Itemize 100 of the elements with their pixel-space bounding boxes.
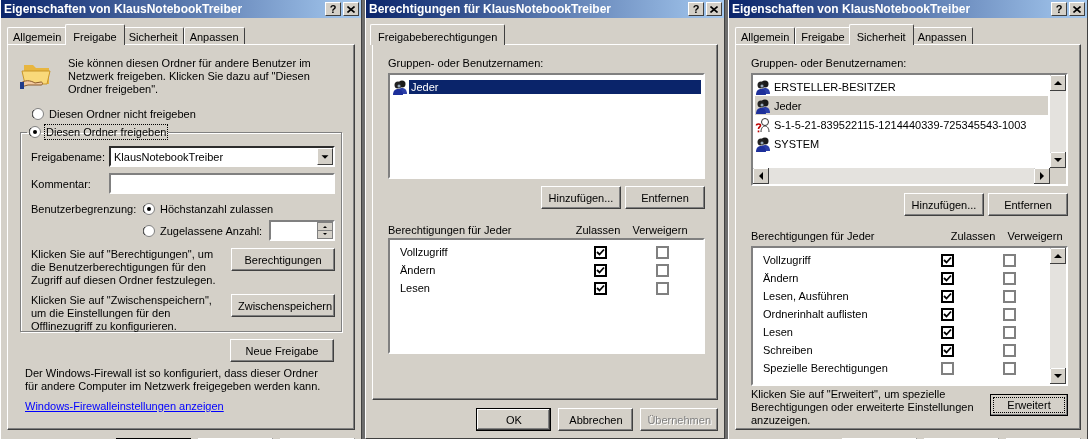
checkbox[interactable] xyxy=(940,343,954,357)
users-icon xyxy=(755,135,771,152)
checkbox[interactable] xyxy=(940,271,954,285)
scroll-arrow-icon[interactable] xyxy=(1034,168,1050,184)
users-icon xyxy=(755,78,771,95)
dialog-button[interactable]: Abbrechen xyxy=(558,408,634,431)
scrollbar[interactable] xyxy=(1050,248,1066,384)
tab[interactable]: Sicherheit xyxy=(122,27,184,44)
permission-name: Vollzugriff xyxy=(763,254,812,266)
list-item[interactable]: ERSTELLER-BESITZER xyxy=(755,77,1048,96)
scrollbar[interactable] xyxy=(1050,75,1066,168)
permission-name: Spezielle Berechtigungen xyxy=(763,362,889,374)
permissions-label: Berechtigungen für Jeder xyxy=(388,224,513,236)
window-title: Eigenschaften von KlausNotebookTreiber xyxy=(4,2,244,16)
scroll-arrow-icon[interactable] xyxy=(1050,75,1066,91)
number-field[interactable] xyxy=(269,220,335,241)
list-item[interactable]: SYSTEM xyxy=(755,134,1048,153)
users-icon xyxy=(392,78,408,95)
checkbox[interactable] xyxy=(655,263,669,277)
radio-icon[interactable] xyxy=(143,224,155,237)
radio-option[interactable]: Diesen Ordner nicht freigeben xyxy=(32,108,196,120)
tab[interactable]: Anpassen xyxy=(911,27,973,44)
tab[interactable]: Anpassen xyxy=(183,27,245,44)
close-button[interactable] xyxy=(1069,2,1085,16)
permission-name: Lesen xyxy=(763,326,794,338)
checkbox[interactable] xyxy=(1002,271,1016,285)
permission-name: Vollzugriff xyxy=(400,246,449,258)
permission-name: Ordnerinhalt auflisten xyxy=(763,308,869,320)
checkbox[interactable] xyxy=(655,245,669,259)
help-button[interactable]: ? xyxy=(688,2,704,16)
close-icon xyxy=(1073,5,1081,13)
tab[interactable]: Freigabe xyxy=(65,24,125,45)
permission-name: Ändern xyxy=(763,272,800,284)
hint-text: Klicken Sie auf "Erweitert", um spezielle Berechtigungen oder erweiterte Einstellungen anzuzeigen. xyxy=(751,388,975,427)
help-button[interactable]: ? xyxy=(1051,2,1067,16)
caching-button[interactable]: Zwischenspeichern xyxy=(231,294,335,317)
groups-label: Gruppen- oder Benutzernamen: xyxy=(388,57,545,69)
new-share-button[interactable]: Neue Freigabe xyxy=(230,339,334,362)
help-button[interactable]: ? xyxy=(325,2,341,16)
tab[interactable]: Freigabe xyxy=(795,27,851,44)
close-button[interactable] xyxy=(706,2,722,16)
advanced-button[interactable]: Erweitert xyxy=(990,394,1068,416)
checkbox[interactable] xyxy=(593,281,607,295)
checkbox[interactable] xyxy=(1002,289,1016,303)
window-title: Berechtigungen für KlausNotebookTreiber xyxy=(369,2,613,16)
spinner-icon[interactable] xyxy=(317,222,333,239)
close-button[interactable] xyxy=(343,2,359,16)
permission-name: Ändern xyxy=(400,264,437,276)
checkbox[interactable] xyxy=(593,263,607,277)
permissions-label: Berechtigungen für Jeder xyxy=(751,230,876,242)
checkbox[interactable] xyxy=(593,245,607,259)
column-header: Verweigern xyxy=(631,224,689,236)
radio-option[interactable]: Diesen Ordner freigeben xyxy=(29,126,167,138)
close-icon xyxy=(347,5,355,13)
remove-button[interactable]: Entfernen xyxy=(988,193,1068,216)
permissions-button[interactable]: Berechtigungen xyxy=(231,248,335,271)
column-header: Zulassen xyxy=(949,230,997,242)
scroll-arrow-icon[interactable] xyxy=(1050,368,1066,384)
field-label: Kommentar: xyxy=(31,177,92,190)
close-icon xyxy=(710,5,718,13)
checkbox[interactable] xyxy=(1002,253,1016,267)
tab[interactable]: Allgemein xyxy=(7,27,68,44)
checkbox[interactable] xyxy=(1002,307,1016,321)
tab[interactable]: Freigabeberechtigungen xyxy=(370,24,506,45)
scroll-arrow-icon[interactable] xyxy=(1050,152,1066,168)
tab[interactable]: Sicherheit xyxy=(848,24,914,45)
firewall-settings-link[interactable]: Windows-Firewalleinstellungen anzeigen xyxy=(25,400,224,412)
radio-icon[interactable] xyxy=(29,126,41,138)
checkbox[interactable] xyxy=(1002,361,1016,375)
checkbox[interactable] xyxy=(940,361,954,375)
checkbox[interactable] xyxy=(655,281,669,295)
checkbox[interactable] xyxy=(1002,325,1016,339)
permission-name: Lesen, Ausführen xyxy=(763,290,850,302)
scroll-arrow-icon[interactable] xyxy=(753,168,769,184)
remove-button[interactable]: Entfernen xyxy=(625,186,705,209)
radio-icon[interactable] xyxy=(32,108,44,120)
users-icon xyxy=(755,97,771,114)
checkbox[interactable] xyxy=(940,253,954,267)
checkbox[interactable] xyxy=(940,307,954,321)
radio-icon[interactable] xyxy=(143,203,155,215)
add-button[interactable]: Hinzufügen... xyxy=(904,193,984,216)
column-header: Zulassen xyxy=(574,224,622,236)
scroll-arrow-icon[interactable] xyxy=(1050,248,1066,264)
list-item[interactable]: Jeder xyxy=(755,96,1048,115)
radio-option[interactable]: Zugelassene Anzahl: xyxy=(143,224,263,237)
radio-option[interactable]: Höchstanzahl zulassen xyxy=(143,203,335,215)
field-label: Benutzerbegrenzung: xyxy=(31,203,138,215)
checkbox[interactable] xyxy=(940,325,954,339)
unknown-user-icon xyxy=(755,116,771,133)
share-name-dropdown[interactable]: KlausNotebookTreiber xyxy=(109,146,335,167)
dialog-button[interactable]: OK xyxy=(476,408,552,431)
scrollbar-corner xyxy=(1050,168,1066,184)
list-item[interactable]: S-1-5-21-839522115-1214440339-725345543-1003 xyxy=(755,115,1048,134)
checkbox[interactable] xyxy=(1002,343,1016,357)
intro-text: Sie können diesen Ordner für andere Benutzer im Netzwerk freigeben. Klicken Sie dazu auf "Diesen Ordner freigeben". xyxy=(68,57,312,96)
add-button[interactable]: Hinzufügen... xyxy=(541,186,621,209)
tab[interactable]: Allgemein xyxy=(735,27,796,44)
scrollbar[interactable] xyxy=(753,168,1050,184)
checkbox[interactable] xyxy=(940,289,954,303)
comment-field[interactable] xyxy=(109,173,335,194)
